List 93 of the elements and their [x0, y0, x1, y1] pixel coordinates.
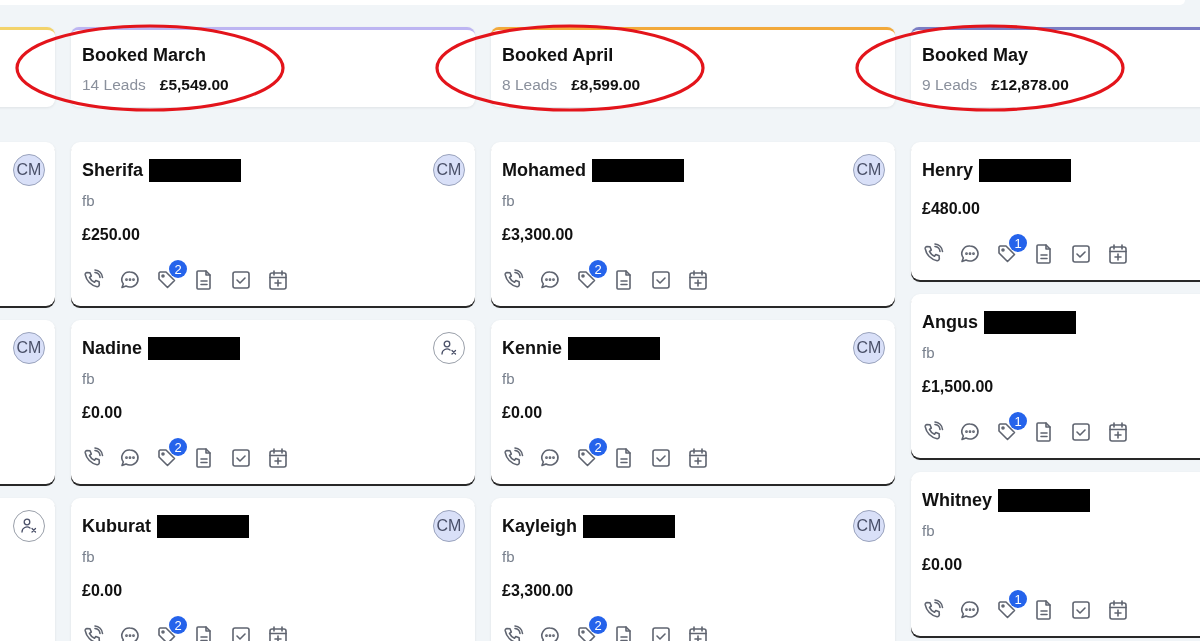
assignee-avatar[interactable]: CM [433, 154, 465, 186]
chat-bubble-icon[interactable] [119, 269, 141, 291]
chat-bubble-icon[interactable] [959, 243, 981, 265]
lead-name: Nadine [82, 337, 142, 359]
lead-card[interactable]: Whitney fb £0.00 1 [911, 472, 1200, 636]
unassigned-user-icon[interactable] [440, 339, 458, 357]
calendar-add-icon[interactable] [1107, 599, 1129, 621]
calendar-add-icon[interactable] [267, 447, 289, 469]
calendar-add-icon[interactable] [687, 447, 709, 469]
lead-card[interactable]: Kayleigh CM fb £3,300.00 2 [491, 498, 895, 641]
column-total: £12,878.00 [991, 75, 1069, 95]
chat-bubble-icon[interactable] [959, 421, 981, 443]
checkbox-icon[interactable] [650, 625, 672, 641]
column-title: Booked May [922, 44, 1030, 66]
lead-card[interactable]: CM [0, 142, 55, 306]
lead-card[interactable]: Kuburat CM fb £0.00 2 [71, 498, 475, 641]
count-badge: 2 [169, 616, 187, 634]
lead-amount: £480.00 [922, 199, 981, 219]
lead-count: 8 Leads [502, 75, 558, 95]
calendar-add-icon[interactable] [1107, 421, 1129, 443]
calendar-add-icon[interactable] [1107, 243, 1129, 265]
checkbox-icon[interactable] [230, 447, 252, 469]
lead-source: fb [82, 191, 96, 211]
lead-amount: £0.00 [922, 555, 964, 575]
calendar-add-icon[interactable] [267, 269, 289, 291]
checkbox-icon[interactable] [1070, 599, 1092, 621]
assignee-avatar[interactable]: CM [433, 510, 465, 542]
lead-source: fb [922, 521, 936, 541]
assignee-avatar[interactable]: CM [853, 154, 885, 186]
checkbox-icon[interactable] [650, 269, 672, 291]
chat-bubble-icon[interactable] [539, 625, 561, 641]
chat-bubble-icon[interactable] [539, 269, 561, 291]
lead-amount: £0.00 [82, 403, 124, 423]
count-badge: 2 [169, 438, 187, 456]
lead-source: fb [82, 369, 96, 389]
calendar-add-icon[interactable] [267, 625, 289, 641]
lead-card[interactable]: CM [0, 320, 55, 484]
phone-icon[interactable] [502, 625, 524, 641]
count-badge: 2 [169, 260, 187, 278]
lead-source: fb [502, 547, 516, 567]
calendar-add-icon[interactable] [687, 625, 709, 641]
column-title: Booked April [502, 44, 615, 66]
lead-name: Whitney [922, 489, 992, 511]
phone-icon[interactable] [82, 625, 104, 641]
assignee-avatar[interactable]: CM [853, 332, 885, 364]
lead-card[interactable]: Sherifa CM fb £250.00 2 [71, 142, 475, 306]
lead-name: Mohamed [502, 159, 586, 181]
lead-card[interactable]: Kennie CM fb £0.00 2 [491, 320, 895, 484]
lead-amount: £250.00 [82, 225, 141, 245]
count-badge: 2 [589, 260, 607, 278]
checkbox-icon[interactable] [650, 447, 672, 469]
lead-name: Kuburat [82, 515, 151, 537]
lead-source: fb [502, 369, 516, 389]
lead-source: fb [502, 191, 516, 211]
assignee-avatar[interactable]: CM [13, 332, 45, 364]
lead-amount: £0.00 [502, 403, 544, 423]
lead-amount: £1,500.00 [922, 377, 995, 397]
lead-card[interactable]: Henry £480.00 1 [911, 142, 1200, 280]
lead-name: Angus [922, 311, 978, 333]
count-badge: 1 [1009, 234, 1027, 252]
column-total: £5,549.00 [159, 75, 229, 95]
column-title: Booked March [82, 44, 208, 66]
lead-card[interactable]: Nadine fb £0.00 2 [71, 320, 475, 484]
lead-amount: £3,300.00 [502, 581, 575, 601]
lead-count: 9 Leads [922, 75, 978, 95]
column-total: £8,599.00 [571, 75, 641, 95]
lead-name: Sherifa [82, 159, 144, 181]
count-badge: 1 [1009, 412, 1027, 430]
checkbox-icon[interactable] [1070, 421, 1092, 443]
checkbox-icon[interactable] [1070, 243, 1092, 265]
assignee-avatar[interactable]: CM [13, 154, 45, 186]
count-badge: 1 [1009, 590, 1027, 608]
lead-name: Kayleigh [502, 515, 578, 537]
checkbox-icon[interactable] [230, 625, 252, 641]
chat-bubble-icon[interactable] [119, 625, 141, 641]
lead-amount: £3,300.00 [502, 225, 575, 245]
calendar-add-icon[interactable] [687, 269, 709, 291]
lead-source: fb [82, 547, 96, 567]
unassigned-user-icon[interactable] [20, 517, 38, 535]
assignee-avatar[interactable]: CM [853, 510, 885, 542]
lead-name: Henry [922, 159, 974, 181]
lead-name: Kennie [502, 337, 562, 359]
count-badge: 2 [589, 438, 607, 456]
count-badge: 2 [589, 616, 607, 634]
lead-card[interactable]: Mohamed CM fb £3,300.00 2 [491, 142, 895, 306]
lead-count: 14 Leads [82, 75, 146, 95]
chat-bubble-icon[interactable] [539, 447, 561, 469]
lead-amount: £0.00 [82, 581, 124, 601]
checkbox-icon[interactable] [230, 269, 252, 291]
chat-bubble-icon[interactable] [959, 599, 981, 621]
lead-source: fb [922, 343, 936, 363]
lead-card[interactable]: Angus fb £1,500.00 1 [911, 294, 1200, 458]
chat-bubble-icon[interactable] [119, 447, 141, 469]
